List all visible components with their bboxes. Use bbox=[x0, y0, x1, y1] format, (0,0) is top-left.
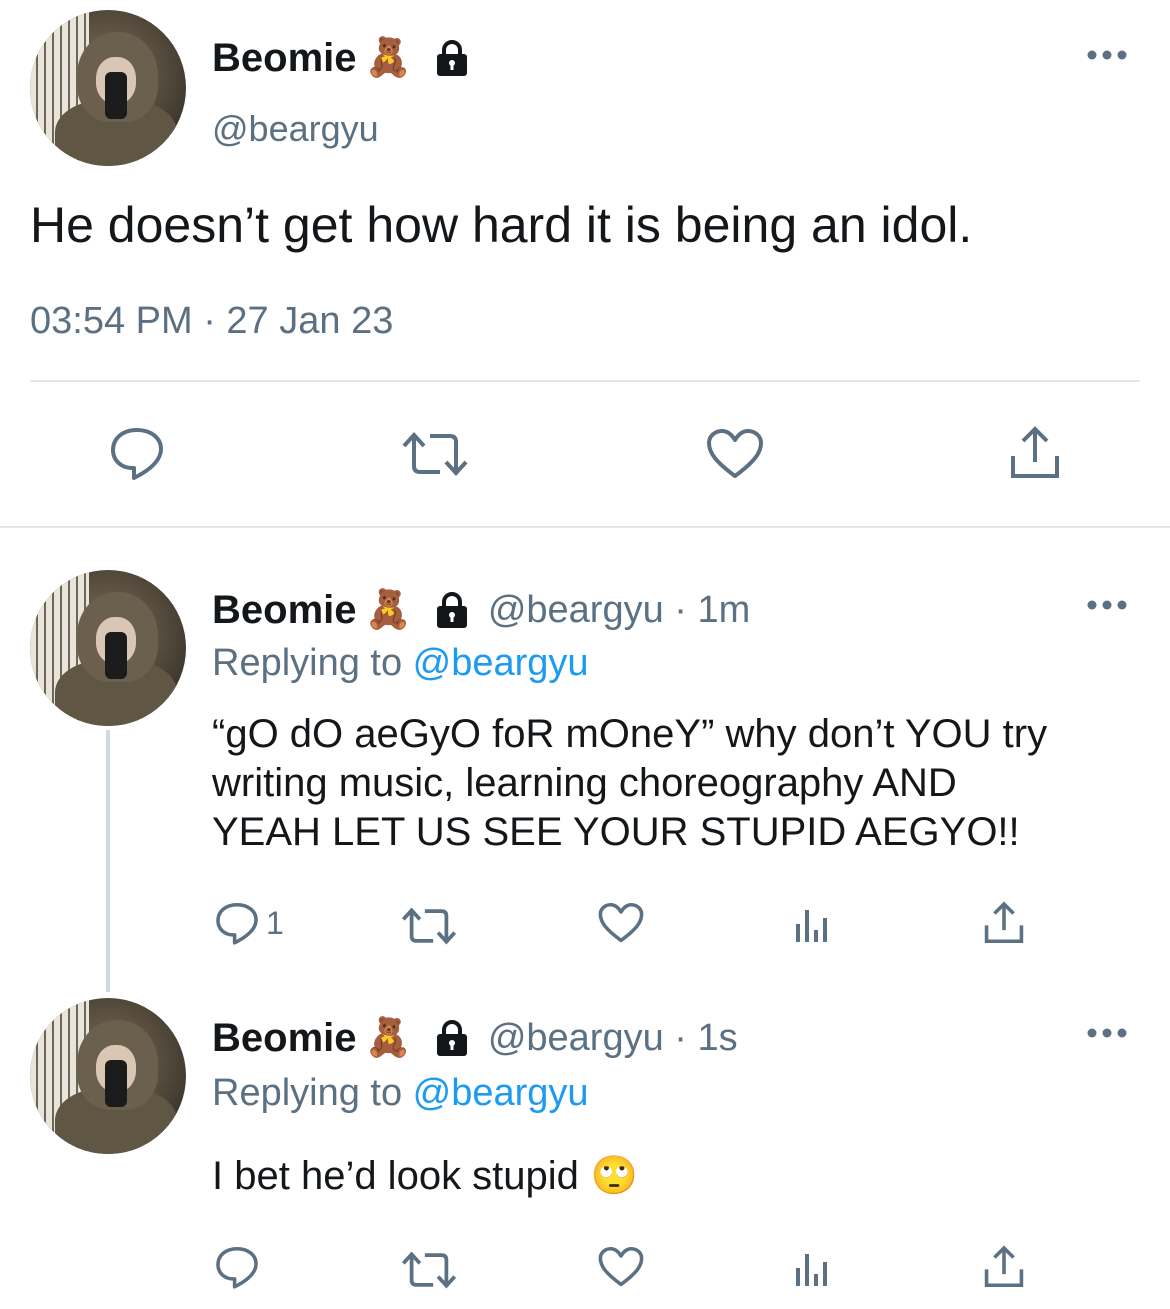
analytics-icon[interactable] bbox=[794, 1246, 830, 1288]
share-icon[interactable] bbox=[1008, 424, 1062, 482]
teddy-bear-emoji: 🧸 bbox=[364, 37, 412, 79]
retweet-icon[interactable] bbox=[400, 1248, 458, 1292]
handle-time[interactable]: @beargyu · 1m bbox=[488, 589, 750, 632]
author-name-row: Beomie 🧸 bbox=[212, 34, 472, 82]
author-handle[interactable]: @beargyu bbox=[212, 108, 379, 150]
reply-text: “gO dO aeGyO foR mOneY” why don’t YOU tr… bbox=[212, 710, 1152, 857]
reply-text-line: YEAH LET US SEE YOUR STUPID AEGYO!! bbox=[212, 810, 1020, 854]
display-name[interactable]: Beomie bbox=[212, 588, 357, 633]
retweet-icon[interactable] bbox=[400, 904, 458, 948]
more-icon[interactable] bbox=[1086, 48, 1128, 62]
lock-icon bbox=[432, 590, 472, 630]
display-name[interactable]: Beomie bbox=[212, 1016, 357, 1061]
reply-icon[interactable] bbox=[108, 424, 166, 482]
analytics-icon[interactable] bbox=[794, 902, 830, 944]
reply-text-line: writing music, learning choreography AND bbox=[212, 761, 957, 805]
more-icon[interactable] bbox=[1086, 598, 1128, 612]
eye-roll-emoji: 🙄 bbox=[590, 1155, 639, 1197]
replying-to-label: Replying to bbox=[212, 1072, 413, 1114]
teddy-bear-emoji: 🧸 bbox=[364, 589, 412, 631]
reply-header: Beomie 🧸 @beargyu · 1s bbox=[212, 1014, 738, 1062]
display-name[interactable]: Beomie bbox=[212, 36, 357, 81]
thread-line bbox=[106, 730, 110, 992]
more-icon[interactable] bbox=[1086, 1026, 1128, 1040]
section-divider bbox=[0, 526, 1170, 528]
like-icon[interactable] bbox=[598, 1246, 644, 1288]
replying-to-label: Replying to bbox=[212, 642, 413, 684]
reply-button[interactable]: 1 bbox=[214, 900, 284, 946]
reply-text-line: “gO dO aeGyO foR mOneY” why don’t YOU tr… bbox=[212, 712, 1048, 756]
timestamp[interactable]: 03:54 PM · 27 Jan 23 bbox=[30, 300, 393, 343]
reply-text-content: I bet he’d look stupid bbox=[212, 1154, 579, 1198]
reply-icon bbox=[214, 900, 260, 946]
replying-to: Replying to @beargyu bbox=[212, 642, 589, 685]
share-icon[interactable] bbox=[982, 1244, 1026, 1290]
reply-text: I bet he’d look stupid 🙄 bbox=[212, 1152, 638, 1201]
share-icon[interactable] bbox=[982, 900, 1026, 946]
lock-icon bbox=[432, 1018, 472, 1058]
avatar[interactable] bbox=[30, 998, 186, 1154]
tweet-text: He doesn’t get how hard it is being an i… bbox=[30, 197, 973, 253]
avatar[interactable] bbox=[30, 10, 186, 166]
like-icon[interactable] bbox=[706, 428, 764, 480]
reply-header: Beomie 🧸 @beargyu · 1m bbox=[212, 586, 750, 634]
divider bbox=[30, 380, 1140, 382]
replying-to: Replying to @beargyu bbox=[212, 1072, 589, 1115]
retweet-icon[interactable] bbox=[400, 428, 470, 480]
replying-to-handle[interactable]: @beargyu bbox=[413, 642, 589, 684]
teddy-bear-emoji: 🧸 bbox=[364, 1017, 412, 1059]
reply-count: 1 bbox=[266, 904, 284, 941]
replying-to-handle[interactable]: @beargyu bbox=[413, 1072, 589, 1114]
reply-icon[interactable] bbox=[214, 1244, 260, 1290]
like-icon[interactable] bbox=[598, 902, 644, 944]
handle-time[interactable]: @beargyu · 1s bbox=[488, 1017, 738, 1060]
lock-icon bbox=[432, 38, 472, 78]
avatar[interactable] bbox=[30, 570, 186, 726]
